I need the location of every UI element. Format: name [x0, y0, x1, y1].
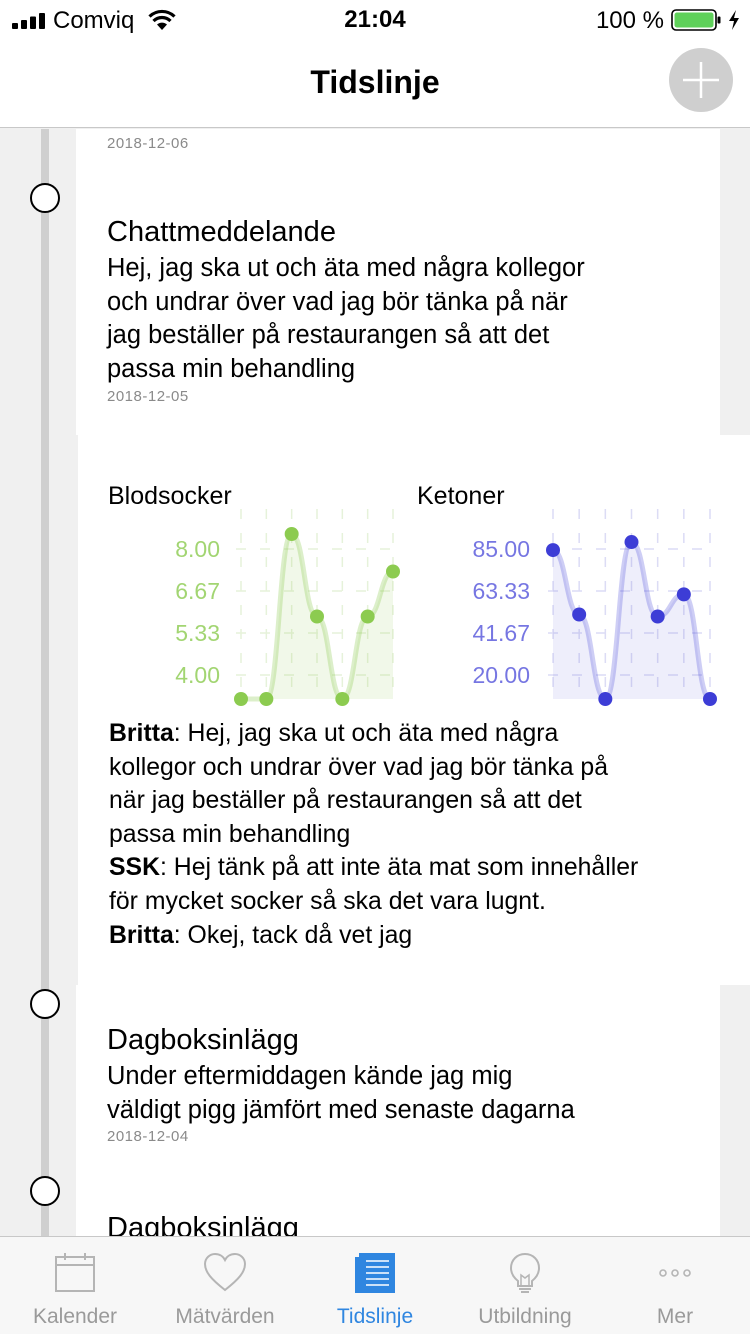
data-point — [335, 692, 350, 706]
chat-text: Hej, jag ska ut och äta med några — [187, 720, 559, 747]
timeline-icon — [355, 1253, 395, 1293]
entry-line: och undrar över vad jag bör tänka på när — [107, 287, 568, 316]
tab-label: Utbildning — [478, 1305, 572, 1328]
status-bar: Comviq 21:04 100 % — [0, 0, 750, 40]
blodsocker-chart: 8.00 6.67 5.33 4.00 — [175, 509, 400, 706]
chat-line: Britta: Hej, jag ska ut och äta med någr… — [109, 720, 559, 747]
conversation-card[interactable]: Blodsocker Ketoner 8.00 6.67 5.33 4.00 85.0… — [78, 435, 750, 985]
y-tick-label: 41.67 — [472, 620, 530, 646]
add-button[interactable] — [669, 48, 733, 112]
chat-text: Hej tänk på att inte äta mat som innehål… — [173, 854, 639, 882]
lightbulb-icon — [509, 1252, 541, 1293]
data-point — [703, 692, 717, 706]
timeline-node — [30, 989, 60, 1019]
tab-matvarden[interactable]: Mätvärden — [150, 1237, 300, 1334]
data-point — [259, 692, 274, 706]
y-tick-label: 85.00 — [472, 536, 530, 562]
calendar-icon — [55, 1253, 95, 1292]
tab-label: Tidslinje — [336, 1305, 414, 1328]
data-point — [234, 692, 248, 706]
entry-date: 2018-12-06 — [107, 135, 189, 152]
y-tick-label: 20.00 — [472, 662, 530, 688]
tab-label: Mer — [656, 1305, 694, 1328]
timeline-entry-partial[interactable]: 2018-12-06 Chattmeddelande Hej, jag ska … — [76, 129, 720, 435]
chat-line: SSK: Hej tänk på att inte äta mat som in… — [109, 854, 639, 882]
chat-text: för mycket socker så ska det vara lugnt. — [109, 887, 546, 915]
y-tick-label: 6.67 — [175, 578, 220, 604]
data-point — [546, 543, 560, 558]
chat-sender: Britta — [109, 921, 174, 949]
chat-sender: SSK — [109, 854, 160, 882]
tab-label: Kalender — [32, 1305, 118, 1328]
data-point — [386, 564, 400, 579]
chat-text: kollegor och undrar över vad jag bör tän… — [109, 753, 609, 781]
entry-line: Under eftermiddagen kände jag mig — [107, 1062, 513, 1090]
chat-line: Britta: Okej, tack då vet jag — [109, 921, 413, 949]
timeline-node — [30, 1176, 60, 1206]
tab-tidslinje[interactable]: Tidslinje — [300, 1237, 450, 1334]
battery-percentage: 100 % — [595, 7, 664, 34]
entry-title: Dagboksinlägg — [107, 1212, 299, 1236]
entry-title: Dagboksinlägg — [107, 1024, 299, 1056]
page-title: Tidslinje — [310, 64, 440, 100]
entry-text: Hej, jag ska ut och äta med några kolleg… — [107, 252, 667, 386]
entry-line: väldigt pigg jämfört med senaste dagarna — [107, 1095, 575, 1124]
entry-title: Chattmeddelande — [107, 216, 336, 248]
y-tick-label: 4.00 — [175, 662, 220, 688]
chat-text: när jag beställer på restaurangen så att… — [109, 787, 582, 815]
navigation-bar: Tidslinje — [0, 40, 750, 128]
timeline-scroll-area[interactable]: 2018-12-06 Chattmeddelande Hej, jag ska … — [0, 129, 750, 1236]
data-point — [650, 609, 665, 624]
chat-text: passa min behandling — [109, 820, 351, 848]
tab-mer[interactable]: Mer — [600, 1237, 750, 1334]
data-point — [572, 607, 587, 622]
data-point — [310, 609, 324, 624]
entry-date: 2018-12-05 — [107, 388, 189, 405]
more-icon — [659, 1269, 691, 1277]
data-point — [624, 535, 639, 550]
data-point — [284, 527, 299, 541]
data-point — [598, 692, 613, 706]
entry-line: Hej, jag ska ut och äta med några kolleg… — [107, 254, 585, 282]
entry-line: passa min behandling — [107, 354, 356, 383]
entry-line: jag beställer på restaurangen så att det — [107, 321, 550, 349]
plus-icon — [683, 62, 719, 98]
charging-icon — [729, 10, 739, 30]
data-point — [676, 587, 691, 602]
timeline-entry-diary[interactable]: Dagboksinlägg Under eftermiddagen kände … — [76, 985, 720, 1236]
y-tick-label: 63.33 — [472, 578, 530, 604]
data-point — [360, 609, 375, 624]
entry-text: Under eftermiddagen kände jag mig väldig… — [107, 1060, 667, 1127]
entry-date: 2018-12-04 — [107, 1128, 189, 1145]
conversation-text: Britta: Hej, jag ska ut och äta med någr… — [109, 717, 749, 952]
chart-title-ketoner: Ketoner — [417, 482, 505, 510]
timeline-node — [30, 183, 60, 213]
tab-bar: Kalender Mätvärden Tidslinje Utbildning — [0, 1236, 750, 1334]
battery-icon — [671, 9, 721, 31]
tab-utbildning[interactable]: Utbildning — [450, 1237, 600, 1334]
tab-label: Mätvärden — [175, 1305, 275, 1328]
ketoner-chart: 85.00 63.33 41.67 20.00 — [472, 509, 717, 706]
chart-title-blodsocker: Blodsocker — [108, 482, 232, 510]
y-tick-label: 8.00 — [175, 536, 220, 562]
heart-icon — [203, 1252, 247, 1292]
y-tick-label: 5.33 — [175, 620, 220, 646]
timeline-line — [41, 129, 49, 1236]
tab-kalender[interactable]: Kalender — [0, 1237, 150, 1334]
chat-text: Okej, tack då vet jag — [187, 921, 413, 949]
chat-sender: Britta — [109, 720, 174, 747]
